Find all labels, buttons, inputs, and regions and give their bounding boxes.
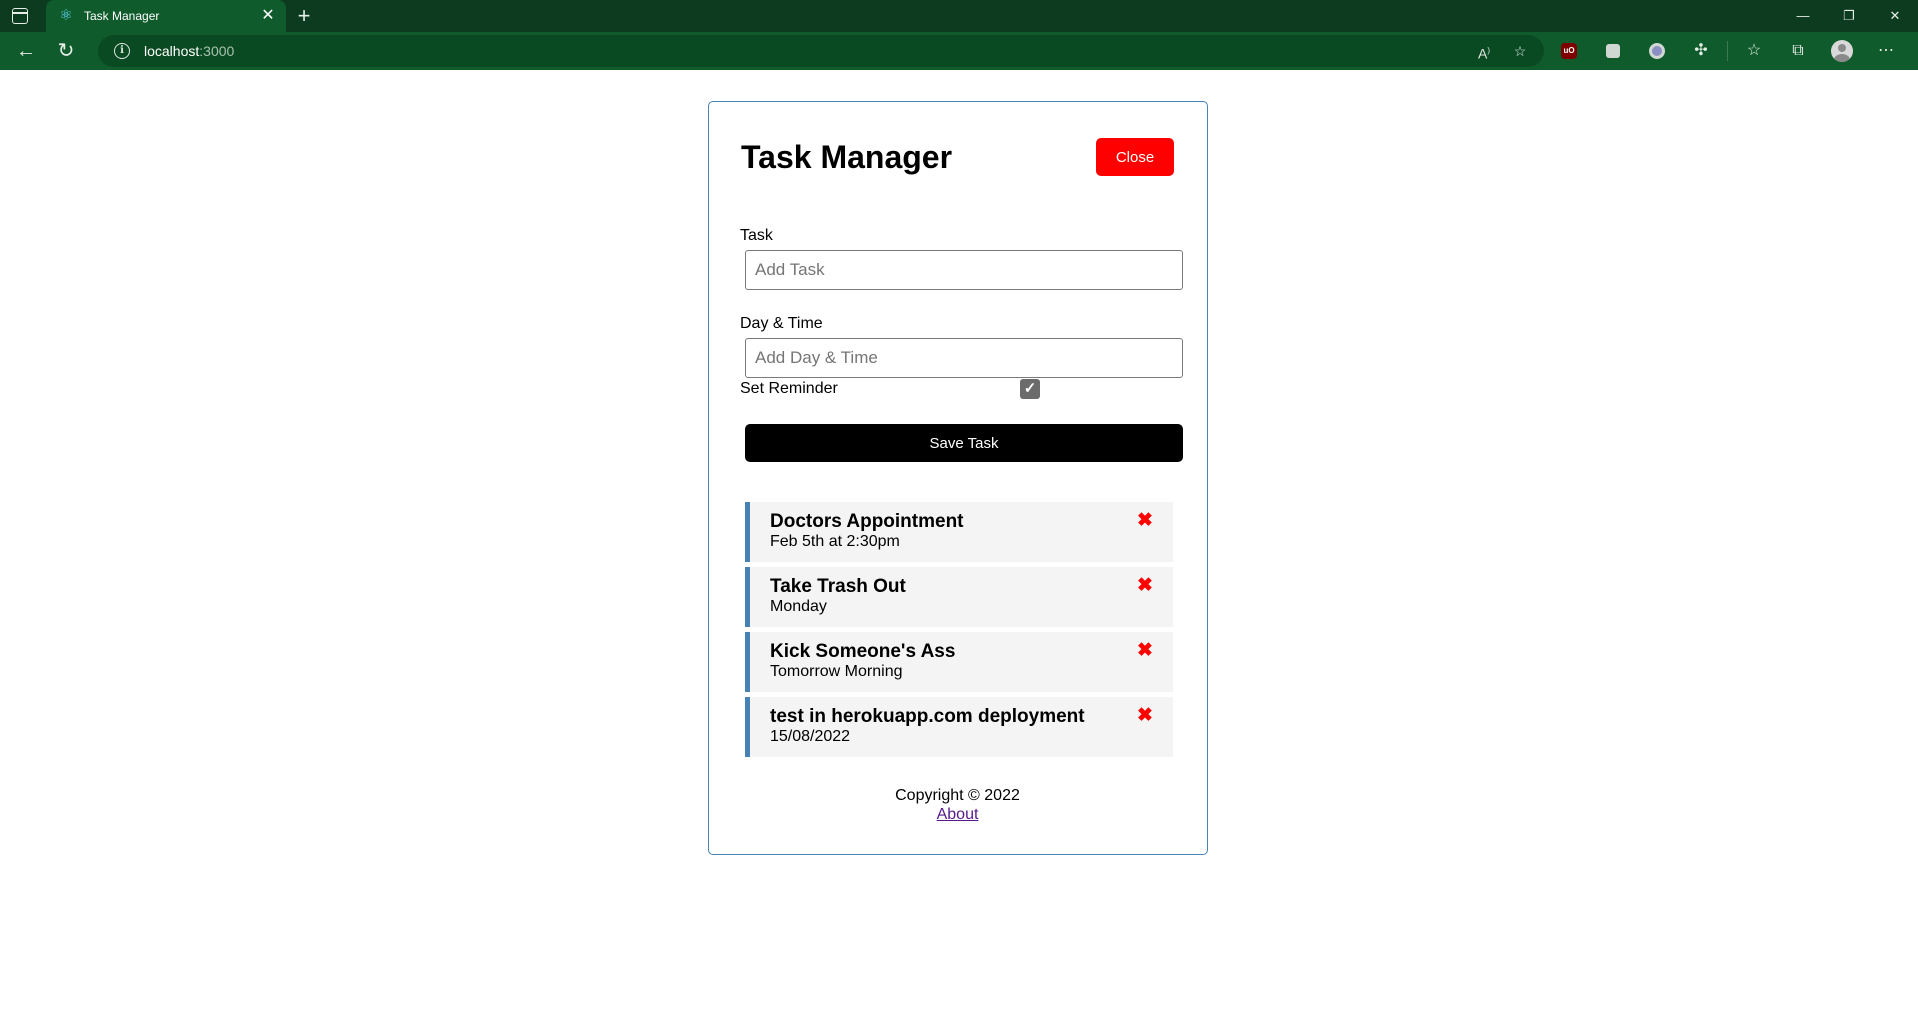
url-text[interactable]: localhost:3000 [144,43,234,59]
minimize-icon[interactable]: — [1780,0,1826,32]
about-link[interactable]: About [937,806,979,824]
address-bar-actions: A) ☆ [1474,35,1530,67]
url-port: :3000 [199,43,235,59]
reminder-checkbox[interactable]: ✓ [1020,379,1040,399]
browser-toolbar: ← ↻ i localhost:3000 A) ☆ uO ✣ ☆ ⧉ ⋯ [0,32,1918,70]
extension-icon[interactable] [1591,35,1635,67]
browser-titlebar: ⚛ Task Manager ✕ + — ❐ ✕ [0,0,1918,32]
daytime-input[interactable] [745,338,1183,378]
refresh-icon[interactable]: ↻ [52,37,80,65]
browser-tab[interactable]: ⚛ Task Manager ✕ [46,0,286,32]
task-day: Monday [770,598,827,615]
more-menu-icon[interactable]: ⋯ [1864,35,1908,67]
favorites-icon[interactable]: ☆ [1732,35,1776,67]
task-item[interactable]: Doctors Appointment Feb 5th at 2:30pm ✖ [745,502,1173,562]
toolbar-icons: uO ✣ ☆ ⧉ ⋯ [1547,35,1908,67]
task-day: Feb 5th at 2:30pm [770,533,900,550]
checkmark-icon: ✓ [1023,380,1037,397]
delete-times-icon[interactable]: ✖ [1135,576,1155,596]
site-info-icon[interactable]: i [114,43,130,59]
delete-times-icon[interactable]: ✖ [1135,706,1155,726]
task-item[interactable]: test in herokuapp.com deployment 15/08/2… [745,697,1173,757]
address-bar[interactable]: i localhost:3000 A) ☆ [98,35,1544,67]
task-title: test in herokuapp.com deployment [770,706,1085,727]
window-close-icon[interactable]: ✕ [1872,0,1918,32]
window-controls: — ❐ ✕ [1780,0,1918,32]
task-list: Doctors Appointment Feb 5th at 2:30pm ✖ … [745,502,1173,762]
react-favicon-icon: ⚛ [59,7,73,24]
copyright-text: Copyright © 2022 [895,787,1020,804]
task-manager-container: Task Manager Close Task Day & Time Set R… [708,101,1208,855]
task-label: Task [740,227,773,244]
ublock-extension-icon[interactable]: uO [1547,35,1591,67]
back-icon[interactable]: ← [12,37,40,65]
tab-close-icon[interactable]: ✕ [258,6,278,26]
restore-icon[interactable]: ❐ [1826,0,1872,32]
toolbar-divider [1727,41,1728,61]
close-button[interactable]: Close [1096,138,1174,176]
url-host: localhost [144,43,200,59]
task-title: Doctors Appointment [770,511,964,532]
tab-title: Task Manager [84,9,160,23]
collections-icon[interactable]: ⧉ [1776,35,1820,67]
read-aloud-icon[interactable]: A) [1474,41,1494,62]
task-day: 15/08/2022 [770,728,851,745]
delete-times-icon[interactable]: ✖ [1135,511,1155,531]
task-title: Take Trash Out [770,576,906,597]
new-tab-icon[interactable]: + [292,4,316,28]
delete-times-icon[interactable]: ✖ [1135,641,1155,661]
save-task-button[interactable]: Save Task [745,424,1183,462]
page-title: Task Manager [741,139,953,175]
task-item[interactable]: Kick Someone's Ass Tomorrow Morning ✖ [745,632,1173,692]
daytime-label: Day & Time [740,315,823,332]
profile-avatar[interactable] [1820,35,1864,67]
task-title: Kick Someone's Ass [770,641,956,662]
tab-actions-icon[interactable] [12,8,28,24]
add-favorite-icon[interactable]: ☆ [1510,41,1530,61]
reminder-label: Set Reminder [740,380,838,397]
extension-circle-icon[interactable] [1635,35,1679,67]
task-input[interactable] [745,250,1183,290]
task-day: Tomorrow Morning [770,663,903,680]
extensions-puzzle-icon[interactable]: ✣ [1679,35,1723,67]
footer: Copyright © 2022 About [709,787,1206,824]
task-item[interactable]: Take Trash Out Monday ✖ [745,567,1173,627]
header: Task Manager Close [741,138,1174,176]
